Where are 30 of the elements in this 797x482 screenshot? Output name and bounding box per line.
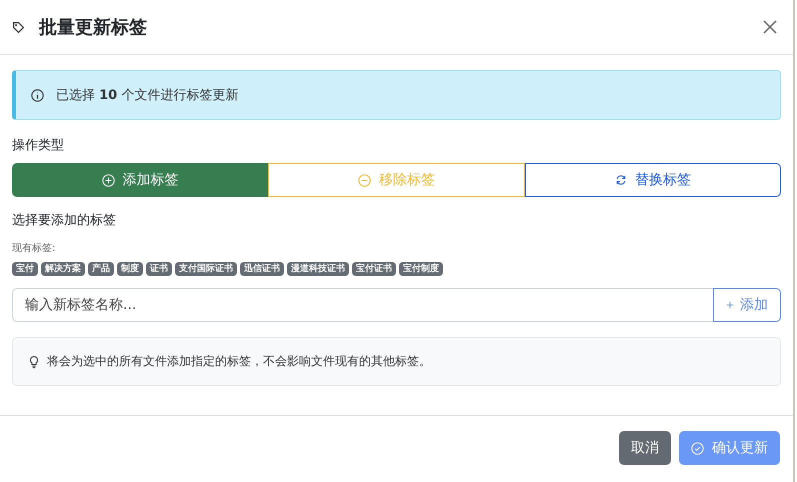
dialog-title: 批量更新标签 <box>39 16 148 39</box>
tag-badge[interactable]: 证书 <box>146 262 172 276</box>
tag-badge[interactable]: 宝付制度 <box>399 262 443 276</box>
tag-badge[interactable]: 宝付证书 <box>352 262 396 276</box>
operation-label: 操作类型 <box>12 137 65 154</box>
minus-circle-icon <box>358 174 371 186</box>
tag-badge[interactable]: 迅信证书 <box>240 262 284 276</box>
tag-badge[interactable]: 漫道科技证书 <box>287 262 349 276</box>
tag-name-input[interactable]: 输入新标签名称... <box>12 288 713 322</box>
operation-tab[interactable]: 添加标签 <box>12 163 268 197</box>
existing-tags-label: 现有标签: <box>12 242 56 255</box>
add-button[interactable]: 添加 <box>713 288 781 322</box>
hint-text: 将会为选中的所有文件添加指定的标签，不会影响文件现有的其他标签。 <box>47 353 431 370</box>
tag-badge[interactable]: 解决方案 <box>41 262 85 276</box>
section-title: 选择要添加的标签 <box>12 212 117 229</box>
tag-icon <box>12 20 25 34</box>
plus-icon <box>726 301 734 309</box>
check-circle-icon <box>691 442 704 454</box>
tag-badge[interactable]: 宝付 <box>12 262 38 276</box>
plus-circle-icon <box>102 174 115 186</box>
refresh-icon <box>614 174 627 186</box>
operation-tab[interactable]: 替换标签 <box>524 163 781 197</box>
cancel-button[interactable]: 取消 <box>619 431 671 465</box>
alert-text: 已选择 10 个文件进行标签更新 <box>56 87 238 104</box>
close-icon[interactable] <box>763 20 777 34</box>
tag-badge[interactable]: 制度 <box>117 262 143 276</box>
info-icon <box>31 88 44 102</box>
tag-badge[interactable]: 产品 <box>88 262 114 276</box>
lightbulb-icon <box>29 354 39 368</box>
tag-badge[interactable]: 支付国际证书 <box>175 262 237 276</box>
